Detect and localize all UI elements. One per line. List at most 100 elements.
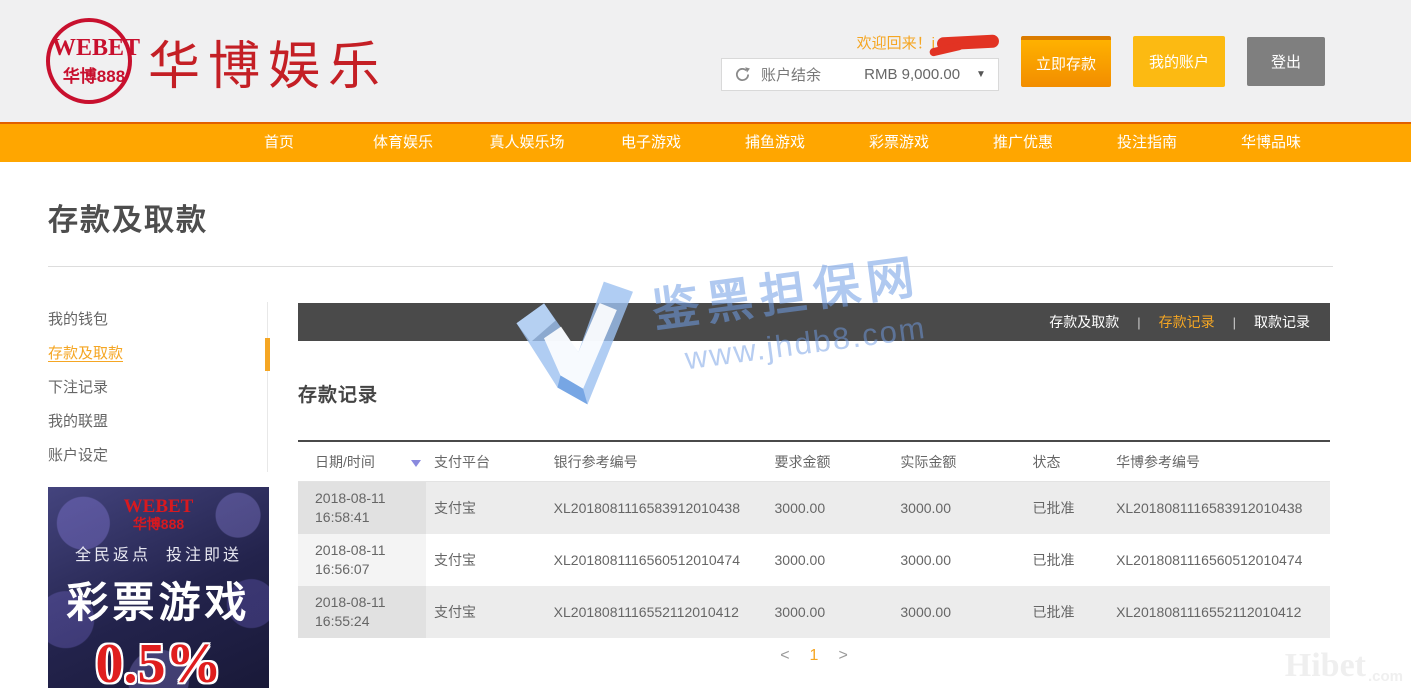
sidebar-item-my-wallet[interactable]: 我的钱包 bbox=[48, 310, 267, 330]
balance-group: 欢迎回来！j 账户结余 RMB 9,000.00 ▼ bbox=[721, 32, 999, 91]
site-logo[interactable]: WEBET 华博888 华博娱乐 bbox=[46, 8, 388, 114]
col-label: 日期/时间 bbox=[315, 454, 375, 470]
banner-brand-text: WEBET bbox=[124, 497, 194, 516]
cell-requested: 3000.00 bbox=[767, 586, 893, 638]
cell-requested: 3000.00 bbox=[767, 534, 893, 586]
site-header: WEBET 华博888 华博娱乐 欢迎回来！j 账户结余 RMB 9,000.0… bbox=[0, 0, 1411, 122]
sidebar: 我的钱包 存款及取款 下注记录 我的联盟 账户设定 WEBET 华博888 全民… bbox=[48, 302, 268, 688]
page-title: 存款及取款 bbox=[48, 195, 208, 239]
logo-circle-icon: WEBET 华博888 bbox=[46, 18, 132, 104]
my-account-button[interactable]: 我的账户 bbox=[1133, 36, 1225, 87]
nav-item-home[interactable]: 首页 bbox=[217, 124, 341, 162]
logo-brand-text: WEBET bbox=[52, 35, 140, 62]
sidebar-item-my-alliance[interactable]: 我的联盟 bbox=[48, 412, 267, 432]
table-row: 2018-08-1116:56:07 支付宝 XL201808111656051… bbox=[298, 534, 1330, 586]
cell-date: 2018-08-11 bbox=[315, 489, 418, 508]
chevron-down-icon[interactable]: ▼ bbox=[976, 69, 986, 80]
cell-actual: 3000.00 bbox=[892, 482, 1024, 535]
banner-title: 彩票游戏 bbox=[66, 569, 250, 630]
cell-actual: 3000.00 bbox=[892, 534, 1024, 586]
cell-status: 已批准 bbox=[1024, 534, 1108, 586]
pagination: < 1 > bbox=[298, 647, 1330, 665]
cell-date-time: 2018-08-1116:58:41 bbox=[298, 482, 426, 535]
records-panel: 存款及取款 | 存款记录 | 取款记录 存款记录 日期/时间 支付平台 银行参考… bbox=[298, 303, 1330, 665]
cell-platform: 支付宝 bbox=[426, 586, 546, 638]
tab-deposit-withdrawal[interactable]: 存款及取款 bbox=[1049, 312, 1119, 332]
col-actual-amount: 实际金额 bbox=[892, 441, 1024, 482]
cell-requested: 3000.00 bbox=[767, 482, 893, 535]
balance-label: 账户结余 bbox=[761, 64, 821, 85]
balance-widget[interactable]: 账户结余 RMB 9,000.00 ▼ bbox=[721, 58, 999, 91]
page-number[interactable]: 1 bbox=[810, 647, 819, 665]
cell-date: 2018-08-11 bbox=[315, 541, 418, 560]
header-actions: 欢迎回来！j 账户结余 RMB 9,000.00 ▼ 立即存款 我的账户 登出 bbox=[721, 0, 1325, 122]
corner-watermark: Hibet .com bbox=[1285, 647, 1403, 685]
tab-withdrawal-records[interactable]: 取款记录 bbox=[1254, 312, 1310, 332]
sidebar-nav: 我的钱包 存款及取款 下注记录 我的联盟 账户设定 bbox=[48, 302, 268, 472]
welcome-text: 欢迎回来！j bbox=[857, 32, 935, 53]
col-payment-platform: 支付平台 bbox=[426, 441, 546, 482]
lottery-promo-banner[interactable]: WEBET 华博888 全民返点 投注即送 彩票游戏 0.5% bbox=[48, 487, 269, 688]
corner-watermark-text: Hibet bbox=[1285, 647, 1366, 685]
deposit-now-button[interactable]: 立即存款 bbox=[1021, 36, 1111, 87]
sort-desc-icon[interactable] bbox=[411, 460, 421, 467]
cell-time: 16:58:41 bbox=[315, 508, 418, 527]
corner-watermark-suffix: .com bbox=[1368, 668, 1403, 685]
nav-item-promotions[interactable]: 推广优惠 bbox=[961, 124, 1085, 162]
cell-date-time: 2018-08-1116:56:07 bbox=[298, 534, 426, 586]
nav-item-sports[interactable]: 体育娱乐 bbox=[341, 124, 465, 162]
logout-button[interactable]: 登出 bbox=[1247, 37, 1325, 86]
cell-bank-ref: XL2018081116583912010438 bbox=[546, 482, 767, 535]
username-redaction bbox=[937, 34, 1000, 50]
cell-date: 2018-08-11 bbox=[315, 593, 418, 612]
sidebar-item-label: 存款及取款 bbox=[48, 345, 123, 362]
cell-bank-ref: XL2018081116552112010412 bbox=[546, 586, 767, 638]
sidebar-item-label: 我的联盟 bbox=[48, 413, 108, 430]
banner-slogan: 全民返点 投注即送 bbox=[75, 541, 242, 565]
col-huabo-ref: 华博参考编号 bbox=[1108, 441, 1330, 482]
nav-item-lottery[interactable]: 彩票游戏 bbox=[837, 124, 961, 162]
cell-huabo-ref: XL2018081116560512010474 bbox=[1108, 534, 1330, 586]
table-header-row: 日期/时间 支付平台 银行参考编号 要求金额 实际金额 状态 华博参考编号 bbox=[298, 441, 1330, 482]
banner-rate: 0.5% bbox=[96, 632, 222, 688]
nav-item-fishing[interactable]: 捕鱼游戏 bbox=[713, 124, 837, 162]
nav-item-huabo-taste[interactable]: 华博品味 bbox=[1209, 124, 1333, 162]
cell-time: 16:55:24 bbox=[315, 612, 418, 631]
next-page-button[interactable]: > bbox=[838, 647, 847, 665]
balance-amount: RMB 9,000.00 bbox=[864, 66, 960, 83]
cell-status: 已批准 bbox=[1024, 586, 1108, 638]
cell-huabo-ref: XL2018081116583912010438 bbox=[1108, 482, 1330, 535]
tab-separator: | bbox=[1233, 315, 1236, 330]
tab-deposit-records[interactable]: 存款记录 bbox=[1159, 312, 1215, 332]
prev-page-button[interactable]: < bbox=[780, 647, 789, 665]
col-requested-amount: 要求金额 bbox=[767, 441, 893, 482]
cell-platform: 支付宝 bbox=[426, 534, 546, 586]
col-bank-ref: 银行参考编号 bbox=[546, 441, 767, 482]
welcome-message: 欢迎回来！j bbox=[857, 32, 999, 53]
cell-time: 16:56:07 bbox=[315, 560, 418, 579]
records-tabbar: 存款及取款 | 存款记录 | 取款记录 bbox=[298, 303, 1330, 341]
sidebar-item-betting-records[interactable]: 下注记录 bbox=[48, 378, 267, 398]
nav-item-slots[interactable]: 电子游戏 bbox=[589, 124, 713, 162]
logo-sub-text: 华博888 bbox=[63, 62, 125, 87]
main-navbar: 首页 体育娱乐 真人娱乐场 电子游戏 捕鱼游戏 彩票游戏 推广优惠 投注指南 华… bbox=[0, 122, 1411, 162]
sidebar-item-account-settings[interactable]: 账户设定 bbox=[48, 446, 267, 466]
table-row: 2018-08-1116:58:41 支付宝 XL201808111658391… bbox=[298, 482, 1330, 535]
title-divider bbox=[48, 266, 1333, 267]
table-row: 2018-08-1116:55:24 支付宝 XL201808111655211… bbox=[298, 586, 1330, 638]
tab-separator: | bbox=[1137, 315, 1140, 330]
nav-item-live-casino[interactable]: 真人娱乐场 bbox=[465, 124, 589, 162]
cell-date-time: 2018-08-1116:55:24 bbox=[298, 586, 426, 638]
nav-item-betting-guide[interactable]: 投注指南 bbox=[1085, 124, 1209, 162]
sidebar-item-label: 下注记录 bbox=[48, 379, 108, 396]
section-title: 存款记录 bbox=[298, 380, 1330, 407]
cell-status: 已批准 bbox=[1024, 482, 1108, 535]
refresh-icon[interactable] bbox=[734, 66, 751, 83]
site-name: 华博娱乐 bbox=[148, 24, 388, 99]
col-status: 状态 bbox=[1024, 441, 1108, 482]
main-content: 存款及取款 我的钱包 存款及取款 下注记录 我的联盟 账户设定 WEBET 华博… bbox=[0, 162, 1411, 687]
col-date-time: 日期/时间 bbox=[298, 441, 426, 482]
sidebar-item-deposit-withdrawal[interactable]: 存款及取款 bbox=[48, 344, 267, 364]
sidebar-item-label: 我的钱包 bbox=[48, 311, 108, 328]
navbar-items: 首页 体育娱乐 真人娱乐场 电子游戏 捕鱼游戏 彩票游戏 推广优惠 投注指南 华… bbox=[0, 124, 1411, 162]
